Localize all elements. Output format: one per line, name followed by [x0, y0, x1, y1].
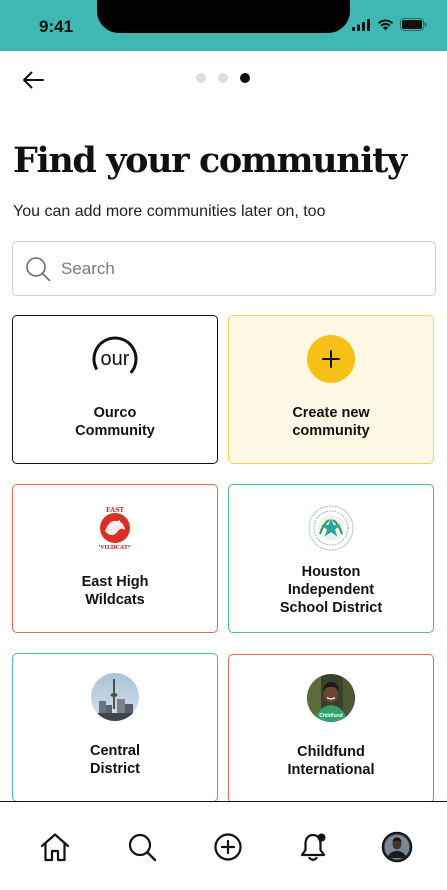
east-high-logo: EAST WILDCATS: [91, 504, 139, 552]
add-circle-icon: [214, 833, 242, 861]
community-card-label: Central District: [90, 743, 140, 777]
profile-avatar-icon: [381, 831, 413, 863]
community-card-east-high[interactable]: EAST WILDCATS East High Wildcats: [12, 484, 218, 633]
childfund-photo-text: Childfund: [319, 713, 342, 719]
ourco-logo-text: our: [101, 348, 130, 370]
device-notch: [97, 0, 350, 33]
pager-dots: [196, 73, 250, 83]
community-card-label: Houston Independent School District: [279, 564, 383, 616]
pager-dot: [196, 73, 206, 83]
home-icon: [40, 833, 70, 862]
community-card-central-district[interactable]: Central District: [12, 653, 218, 802]
pager-dot-active: [240, 73, 250, 83]
search-icon: [26, 256, 51, 281]
plus-icon: [307, 335, 355, 383]
community-card-houston-isd[interactable]: Houston Independent School District: [228, 484, 434, 633]
notification-bell-icon: [300, 833, 326, 861]
nav-notifications[interactable]: [296, 830, 330, 864]
arrow-left-icon: [23, 71, 44, 89]
ourco-logo: our: [91, 335, 139, 383]
status-icons: [352, 18, 427, 31]
back-button[interactable]: [20, 67, 46, 93]
page-title: Find your community: [13, 140, 407, 181]
battery-icon: [400, 18, 427, 31]
bottom-nav: [0, 801, 447, 890]
east-high-logo-text-top: EAST: [106, 507, 125, 514]
page-subtitle: You can add more communities later on, t…: [13, 203, 326, 220]
search-input[interactable]: [61, 258, 401, 279]
nav-home[interactable]: [38, 830, 72, 864]
nav-create[interactable]: [211, 830, 245, 864]
wifi-icon: [377, 18, 394, 30]
nav-search[interactable]: [125, 830, 159, 864]
community-card-label: Ourco Community: [75, 405, 155, 439]
east-high-logo-text-bottom: WILDCATS: [97, 545, 132, 551]
houston-isd-seal-logo: [307, 504, 355, 552]
community-card-label: Create new community: [292, 405, 370, 439]
central-district-photo: [91, 673, 139, 721]
search-icon: [128, 833, 157, 862]
community-card-label: East High Wildcats: [81, 574, 149, 608]
community-card-ourco[interactable]: our Ourco Community: [12, 315, 218, 464]
create-community-card[interactable]: Create new community: [228, 315, 434, 464]
community-card-childfund[interactable]: Childfund Childfund International: [228, 654, 434, 803]
search-box[interactable]: [12, 241, 436, 296]
childfund-photo: Childfund: [307, 674, 355, 722]
status-bar: 9:41: [0, 0, 447, 51]
community-card-label: Childfund International: [287, 744, 375, 778]
pager-dot: [218, 73, 228, 83]
status-time: 9:41: [39, 17, 74, 36]
nav-profile[interactable]: [380, 830, 414, 864]
cellular-signal-icon: [352, 18, 370, 31]
